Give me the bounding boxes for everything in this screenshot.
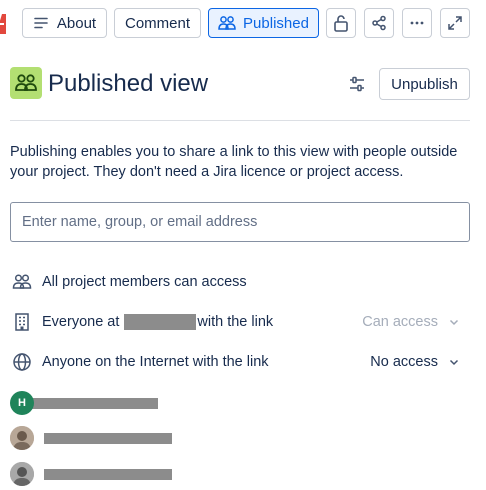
internet-access-value: No access [370, 354, 438, 370]
published-button[interactable]: Published [208, 8, 319, 38]
chevron-down-icon [448, 316, 460, 328]
people-icon [218, 16, 236, 30]
comment-label: Comment [124, 14, 191, 32]
avatar: H [10, 391, 34, 415]
organization-access-select[interactable]: Can access [362, 310, 460, 334]
lock-button[interactable] [326, 8, 356, 38]
expand-icon [448, 16, 462, 30]
description: Publishing enables you to share a link t… [10, 144, 458, 180]
organization-access-value: Can access [362, 314, 438, 330]
sliders-icon [350, 76, 364, 92]
unpublish-button[interactable]: Unpublish [379, 68, 470, 100]
redacted-user-name [44, 468, 172, 480]
more-icon [410, 21, 424, 25]
about-label: About [56, 14, 97, 32]
access-row-label-suffix: with the link [197, 314, 274, 330]
people-icon [10, 270, 34, 294]
access-row-label-prefix: Everyone at [42, 314, 120, 330]
about-button[interactable]: About [22, 8, 107, 38]
chevron-down-icon [448, 356, 460, 368]
divider [10, 120, 470, 121]
share-icon [372, 15, 386, 31]
user-row: H [10, 391, 158, 415]
access-row-label: All project members can access [42, 274, 247, 290]
menu-lines-icon [34, 17, 48, 29]
redacted-user-name [30, 397, 158, 409]
user-row [10, 426, 172, 450]
published-view-icon [10, 67, 42, 99]
user-row [10, 462, 172, 486]
expand-button[interactable] [440, 8, 470, 38]
unlock-icon [334, 15, 348, 32]
access-row-label: Anyone on the Internet with the link [42, 354, 269, 370]
user-photo-icon [10, 462, 34, 486]
share-button[interactable] [364, 8, 394, 38]
page-title: Published view [48, 70, 209, 97]
user-photo-icon [10, 426, 34, 450]
avatar [10, 426, 34, 450]
access-row-organization: Everyone at with the link Can access [10, 310, 470, 334]
access-row-project-members: All project members can access [10, 270, 470, 294]
more-actions-button[interactable] [402, 8, 432, 38]
avatar [10, 462, 34, 486]
comment-button[interactable]: Comment [114, 8, 201, 38]
view-settings-button[interactable] [343, 70, 371, 98]
internet-access-select[interactable]: No access [370, 350, 460, 374]
avatar-initial: H [18, 397, 26, 409]
published-label: Published [243, 14, 309, 32]
publish-panel: About Comment Published Published view U… [0, 0, 486, 490]
globe-icon [10, 350, 34, 374]
people-icon [15, 74, 37, 91]
access-row-internet: Anyone on the Internet with the link No … [10, 350, 470, 374]
redacted-organization-name [124, 314, 197, 330]
app-logo-icon [0, 14, 6, 34]
redacted-user-name [44, 432, 172, 444]
share-search-input[interactable] [10, 202, 470, 242]
building-icon [10, 310, 34, 334]
